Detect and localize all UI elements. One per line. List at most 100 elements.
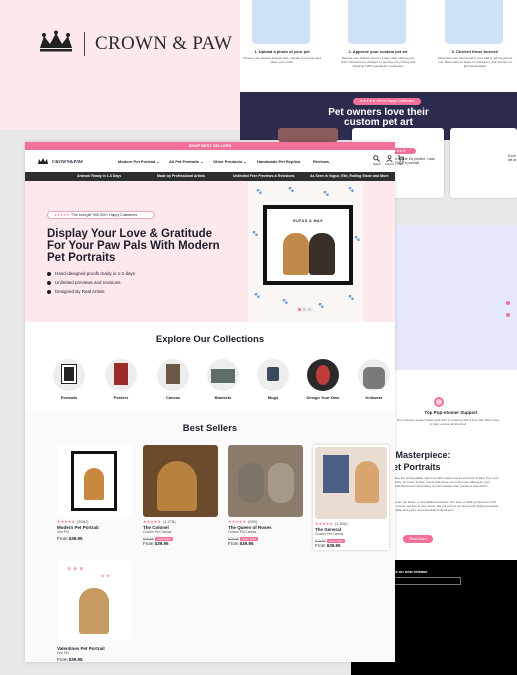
- nav-item-replica[interactable]: Handmade Pet Replica: [257, 159, 300, 164]
- product-image: [143, 445, 218, 517]
- rating-stars: ★★★★★ (1,806): [315, 521, 348, 526]
- product-image: ♥ ♥ ♥ ♥ ♥: [57, 560, 132, 640]
- review-quote-partial: Exce wit ar: [508, 154, 517, 162]
- collection-image: [358, 359, 390, 391]
- announcement-bar[interactable]: SHOP BEST SELLERS: [25, 142, 395, 150]
- read-more-button[interactable]: Read More: [403, 535, 433, 543]
- hero-section: ★★★★★ "The best gift" 500,000+ Happy Cus…: [25, 181, 395, 322]
- product-price: $79.95 Save 50% From $39.95: [143, 537, 173, 546]
- collections-title: Explore Our Collections: [155, 334, 265, 345]
- support-icon: [434, 397, 444, 407]
- collection-image: [157, 359, 189, 391]
- step-3-desc: Showcase your best friend in your wall o…: [437, 56, 513, 68]
- product-image: [315, 447, 387, 519]
- cart-icon: [397, 155, 405, 163]
- nav-item-reviews[interactable]: Reviews: [313, 159, 329, 164]
- product-price: $79.95 Save 50% From $39.95: [228, 537, 258, 546]
- brand-logo[interactable]: CROWN & PAW: [38, 30, 232, 58]
- rating-stars: ★★★★★ (3082): [57, 519, 89, 524]
- check-icon: [47, 271, 51, 276]
- usp-item: Artwork Ready in 1-3 Days: [77, 174, 122, 178]
- hero-rating-badge: ★★★★★ "The best gift" 500,000+ Happy Cus…: [47, 211, 155, 219]
- product-card[interactable]: ★★★★★ (1,806) The General Custom Pet Canv…: [313, 445, 389, 550]
- portrait-caption: RUFUS & MAX: [293, 219, 323, 223]
- nav-item-modern[interactable]: Modern Pet Portrait ⌄: [118, 159, 160, 164]
- reviews-title-line2: custom pet art: [344, 117, 413, 128]
- product-price: From $39.95: [57, 536, 83, 541]
- best-sellers-section: Best Sellers ★★★★★ (3082) Modern Pet Port…: [25, 412, 395, 662]
- collection-blankets[interactable]: Blankets: [206, 359, 240, 400]
- product-price: $79.95 Save 50% From $39.95: [315, 539, 345, 548]
- reviews-badge: ★★★★★ 100% Happy Customers: [353, 98, 421, 105]
- best-sellers-title: Best Sellers: [182, 423, 238, 434]
- product-card[interactable]: ★★★★★ (3082) Modern Pet Portrait One Pet …: [57, 445, 132, 541]
- hero-bullet: Unlimited previews and revisions: [47, 278, 135, 287]
- rating-stars: ★★★★★ (980): [228, 519, 258, 524]
- rating-stars: ★★★★★ (1,278): [143, 519, 176, 524]
- collection-posters[interactable]: Posters: [104, 359, 138, 400]
- usp-item: Made by Professional Artists: [157, 174, 205, 178]
- carousel-dots[interactable]: [295, 307, 314, 312]
- step-1-title: 1. Upload a photo of your pet: [254, 49, 310, 54]
- collection-portraits[interactable]: Portraits: [52, 359, 86, 400]
- hero-bullet: Designed By Real Artists: [47, 287, 135, 296]
- collection-knitwear[interactable]: Knitwear: [357, 359, 391, 400]
- check-icon: [47, 289, 51, 294]
- carousel-dot[interactable]: [506, 313, 510, 317]
- nav-item-all-portraits[interactable]: All Pet Portraits ⌄: [169, 159, 203, 164]
- crown-paw-icon: [37, 157, 49, 166]
- collection-image: [207, 359, 239, 391]
- product-subtitle: Custom Pet Canvas: [228, 530, 257, 534]
- nav-brand-name: CROWN&PAW: [52, 159, 84, 164]
- product-card[interactable]: ♥ ♥ ♥ ♥ ♥ Valentines Pet Portrait One Pe…: [57, 560, 132, 662]
- product-card[interactable]: ★★★★★ (1,278) The Colonel Custom Pet Canv…: [143, 445, 218, 546]
- usp-item: As Seen in Vogue, Elle, Rolling Stone an…: [310, 174, 389, 178]
- main-nav: CROWN&PAW Modern Pet Portrait ⌄ All Pet …: [25, 150, 405, 172]
- check-icon: [47, 280, 51, 285]
- collection-mugs[interactable]: Mugs: [256, 359, 290, 400]
- collection-image: [105, 359, 137, 391]
- collection-image: [307, 359, 339, 391]
- account-icon: [385, 155, 394, 163]
- dog-portrait-1: [283, 233, 309, 275]
- how-it-works-steps: 1. Upload a photo of your pet Choose you…: [240, 0, 517, 92]
- review-card-partial[interactable]: Exce wit ar: [450, 128, 517, 198]
- search-button[interactable]: Search: [373, 155, 381, 166]
- search-icon: [373, 155, 381, 163]
- collection-canvas[interactable]: Canvas: [156, 359, 190, 400]
- product-price: From $39.95: [57, 657, 83, 662]
- step-3-image: [445, 0, 503, 44]
- hero-bullets: Hand-designed proofs ready in 1-2 days U…: [47, 269, 135, 296]
- step-3-title: 3. Cherish these forever!: [451, 49, 499, 54]
- account-button[interactable]: Account: [385, 155, 394, 166]
- review-card-photo[interactable]: [278, 128, 338, 142]
- framed-portrait: RUFUS & MAX: [263, 205, 353, 285]
- product-image: [57, 445, 132, 517]
- hero-product-image[interactable]: 🐾 🐾 🐾 🐾 🐾 🐾 🐾 🐾 🐾 🐾 RUFUS & MAX: [248, 181, 363, 322]
- carousel-dot[interactable]: [506, 301, 510, 305]
- nav-logo[interactable]: CROWN&PAW: [37, 157, 83, 166]
- product-subtitle: One Pet: [57, 651, 69, 655]
- usp-item: Unlimited Free Previews & Revisions: [233, 174, 295, 178]
- step-2-title: 2. Approve your custom pet art: [348, 49, 408, 54]
- step-1-desc: Choose your favorite artwork style, uplo…: [243, 56, 321, 64]
- product-subtitle: Custom Pet Canvas: [315, 532, 344, 536]
- brand-name: CROWN & PAW: [95, 33, 233, 54]
- step-1-image: [252, 0, 310, 44]
- product-subtitle: Custom Pet Canvas: [143, 530, 172, 534]
- collection-image: [257, 359, 289, 391]
- hero-heading: Display Your Love & Gratitude For Your P…: [47, 228, 220, 264]
- collection-design-your-own[interactable]: Design Your Own: [306, 359, 340, 400]
- product-card[interactable]: ★★★★★ (980) The Queen of Roses Custom Pet…: [228, 445, 303, 546]
- brand-header-panel: [0, 0, 240, 130]
- hero-bullet: Hand-designed proofs ready in 1-2 days: [47, 269, 135, 278]
- product-image: [228, 445, 303, 517]
- step-2-desc: Receive your artwork proof in 2 days aft…: [340, 56, 416, 68]
- product-subtitle: One Pet: [57, 530, 69, 534]
- nav-item-other[interactable]: Other Products ⌄: [213, 159, 247, 164]
- cart-button[interactable]: Cart: [397, 155, 405, 166]
- crown-paw-icon: [38, 30, 74, 58]
- logo-divider: [84, 32, 85, 56]
- support-title: Top Pup-otomer Support: [424, 410, 478, 415]
- rating-stars: ★★★★★: [54, 213, 70, 217]
